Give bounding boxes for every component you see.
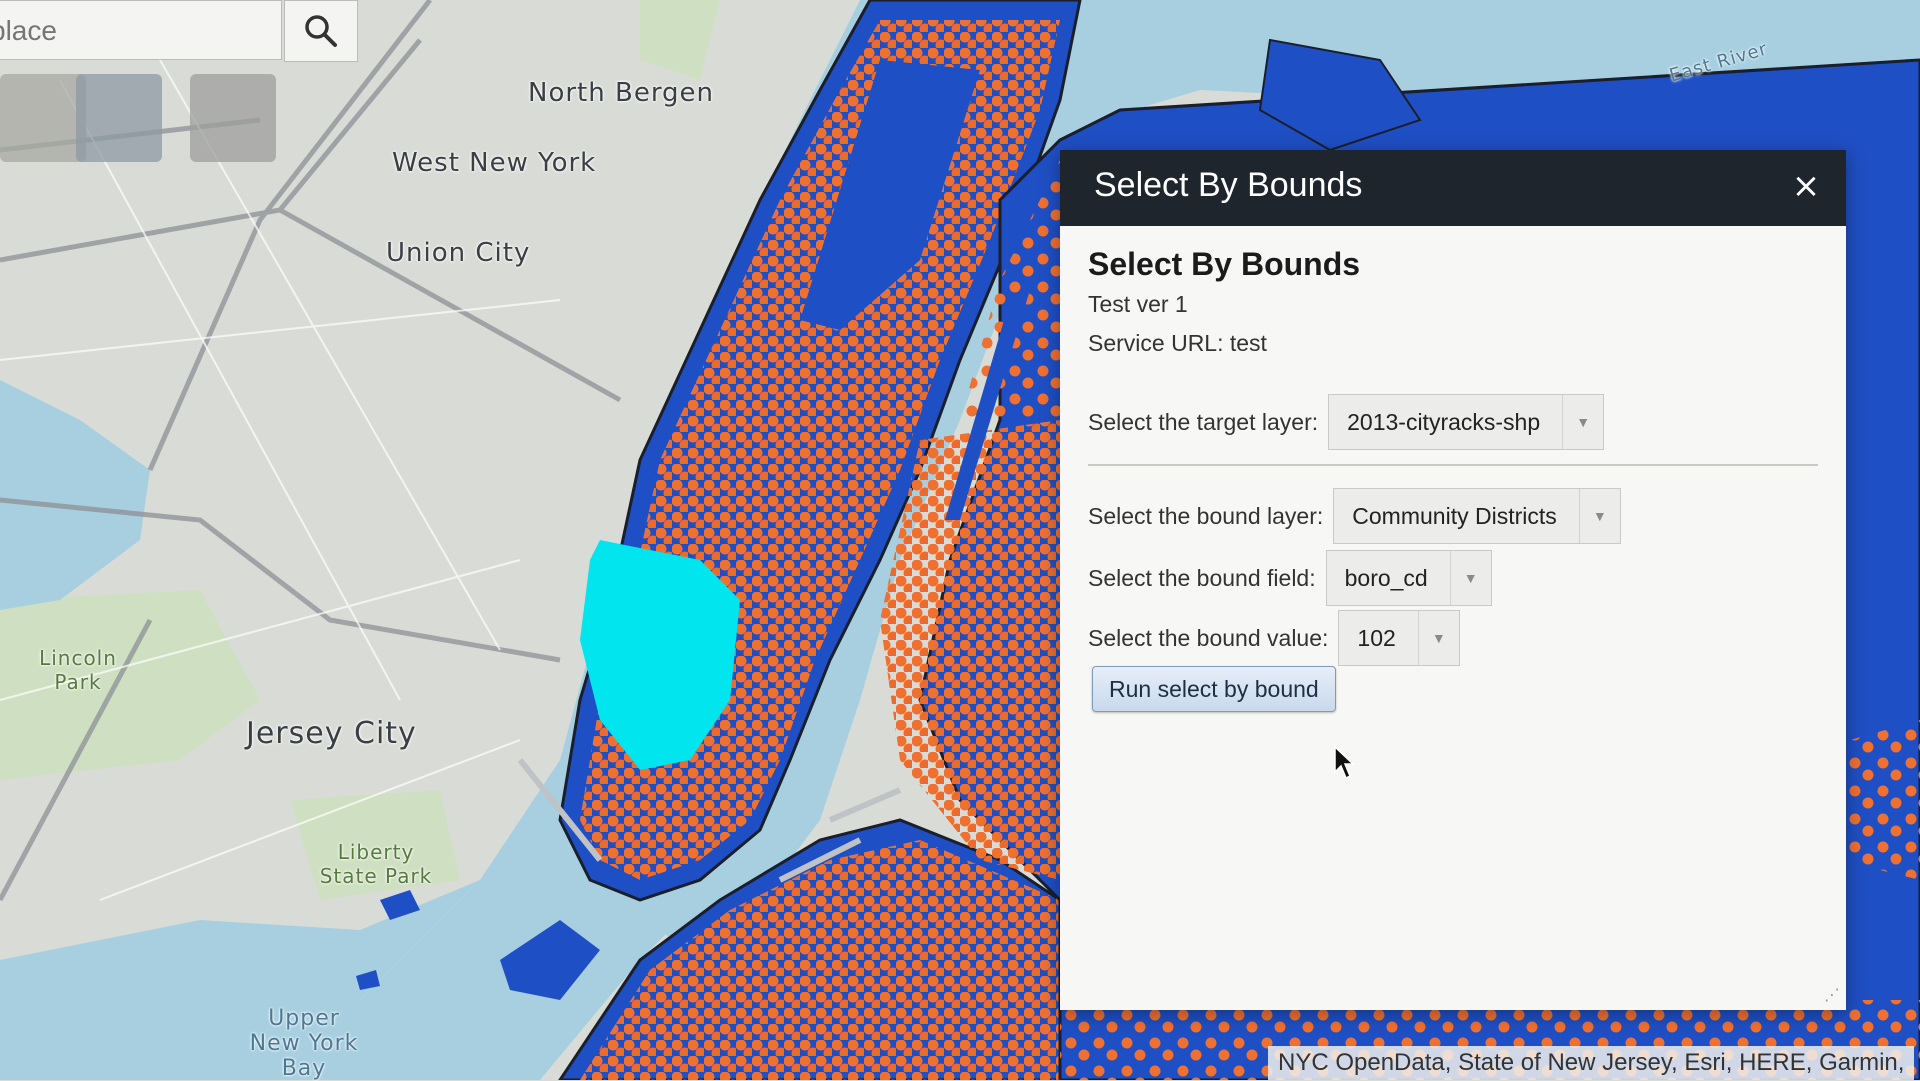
chevron-down-icon: ▼: [1562, 395, 1603, 449]
target-layer-value: 2013-cityracks-shp: [1347, 408, 1541, 435]
map-attribution: NYC OpenData, State of New Jersey, Esri,…: [1268, 1046, 1915, 1080]
close-icon: ×: [1791, 166, 1821, 206]
divider: [1088, 464, 1818, 466]
map-label-north-bergen: North Bergen: [528, 78, 715, 108]
map-label-liberty-state-park: Liberty State Park: [319, 840, 433, 888]
chevron-down-icon: ▼: [1578, 489, 1620, 543]
widget-heading: Select By Bounds: [1088, 246, 1361, 282]
dialog-title: Select By Bounds: [1094, 166, 1363, 204]
search-box: [0, 0, 282, 61]
search-icon: [305, 15, 337, 47]
bound-layer-value: Community Districts: [1352, 502, 1557, 529]
dialog-header: Select By Bounds ×: [1060, 150, 1846, 226]
bound-field-label: Select the bound field:: [1088, 564, 1316, 591]
bound-layer-label: Select the bound layer:: [1088, 502, 1324, 529]
bound-value-label: Select the bound value:: [1088, 624, 1329, 651]
target-layer-row: Select the target layer: 2013-cityracks-…: [1088, 394, 1605, 450]
bound-field-row: Select the bound field: boro_cd ▼: [1088, 550, 1492, 606]
basemap-thumbnail[interactable]: [0, 74, 86, 162]
close-button[interactable]: ×: [1786, 166, 1826, 206]
map-label-upper-new-york-bay: Upper New York Bay: [249, 1006, 359, 1081]
bound-layer-select[interactable]: Community Districts ▼: [1333, 488, 1621, 544]
run-select-by-bound-button[interactable]: Run select by bound: [1092, 666, 1336, 712]
search-input[interactable]: [0, 1, 230, 61]
chevron-down-icon: ▼: [1417, 611, 1459, 665]
resize-grip-icon[interactable]: ⋰: [1824, 985, 1840, 1004]
target-layer-select[interactable]: 2013-cityracks-shp ▼: [1328, 394, 1605, 450]
bound-field-value: boro_cd: [1344, 564, 1428, 591]
service-url-text: Service URL: test: [1088, 330, 1267, 356]
bound-value-row: Select the bound value: 102 ▼: [1088, 610, 1460, 666]
basemap-thumbnail[interactable]: [76, 74, 162, 162]
search-button[interactable]: [284, 0, 358, 62]
target-layer-label: Select the target layer:: [1088, 408, 1319, 435]
bound-field-select[interactable]: boro_cd ▼: [1325, 550, 1492, 606]
bound-value-select[interactable]: 102 ▼: [1338, 610, 1460, 666]
map-label-union-city: Union City: [386, 238, 531, 268]
select-by-bounds-dialog: Select By Bounds × Select By Bounds Test…: [1060, 150, 1846, 1010]
basemap-thumbnail[interactable]: [190, 74, 276, 162]
version-text: Test ver 1: [1088, 291, 1188, 317]
map-label-lincoln-park: Lincoln Park: [39, 646, 117, 694]
chevron-down-icon: ▼: [1449, 551, 1491, 605]
bound-value-value: 102: [1357, 624, 1396, 651]
bound-layer-row: Select the bound layer: Community Distri…: [1088, 488, 1621, 544]
map-label-jersey-city: Jersey City: [246, 716, 417, 751]
far-bike-racks-right: [1840, 720, 1920, 880]
dialog-body: Select By Bounds Test ver 1 Service URL:…: [1088, 246, 1818, 712]
mouse-cursor-icon: [1334, 746, 1355, 780]
map-label-west-new-york: West New York: [392, 148, 597, 178]
